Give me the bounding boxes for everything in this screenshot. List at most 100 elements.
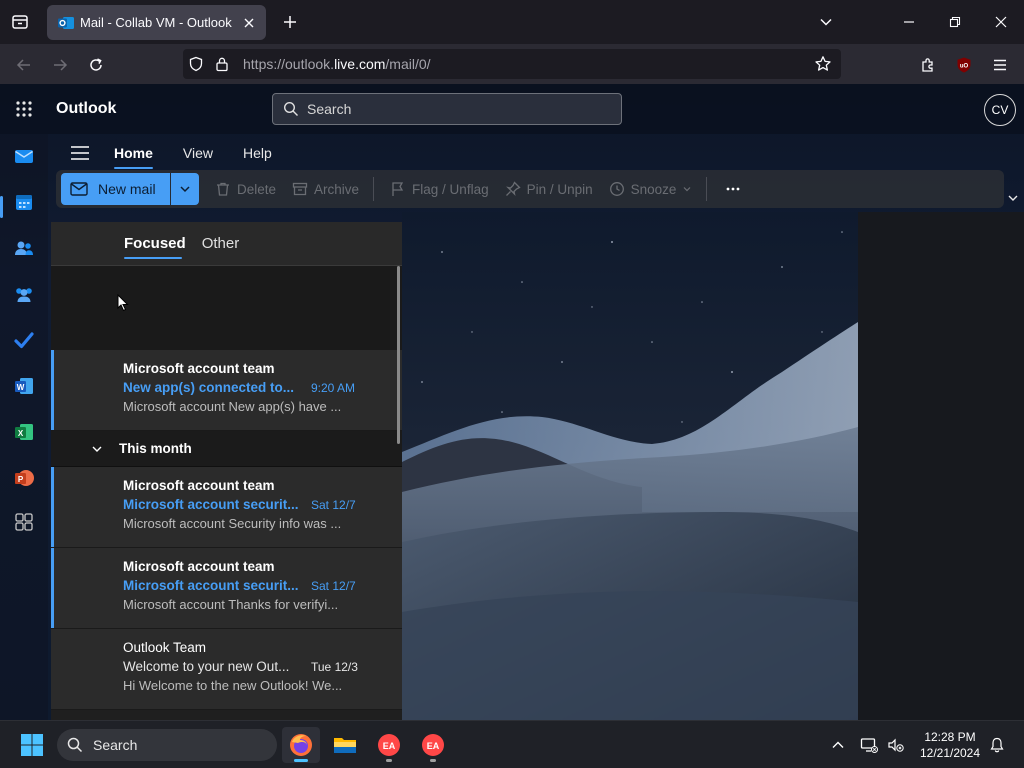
ribbon-toolbar: New mail Delete Archive Flag / Unflag Pi… [56,170,1004,208]
more-apps-icon[interactable] [12,510,36,534]
message-list-scrollbar[interactable] [397,266,400,444]
firefox-icon [290,734,312,756]
mouse-cursor-icon [117,294,129,312]
taskbar: Search EA EA 12:28 PM 12/21/2024 [0,720,1024,768]
excel-app-icon[interactable]: X [12,420,36,444]
show-hidden-icons-chevron-up-icon[interactable] [827,734,849,756]
tab-title: Mail - Collab VM - Outlook [80,15,232,30]
url-text: https://outlook.live.com/mail/0/ [243,56,431,72]
message-sender: Microsoft account team [123,361,275,376]
bookmark-star-icon[interactable] [811,52,835,76]
message-preview: Microsoft account Thanks for verifyi... [123,597,339,612]
pivot-other[interactable]: Other [202,235,240,252]
network-volume-icon[interactable] [885,734,907,756]
windows-start-icon[interactable] [20,733,44,757]
message-item[interactable]: Microsoft account team New app(s) connec… [51,350,402,431]
taskbar-ea-app[interactable]: EA [370,727,408,763]
app-header: Outlook Search CV [0,84,1024,134]
message-list: Focused Other Microsoft account team New… [51,222,402,720]
flag-icon [392,182,404,196]
tab-help[interactable]: Help [243,141,272,165]
app-launcher-icon[interactable] [12,97,36,121]
new-tab-icon[interactable] [279,11,301,33]
ribbon-collapse-icon[interactable] [1005,190,1021,206]
calendar-app-icon[interactable] [12,190,36,214]
archive-icon [292,182,308,196]
tab-view[interactable]: View [183,141,213,165]
close-window-icon[interactable] [986,8,1016,36]
group-header-this-month[interactable]: This month [51,431,402,467]
back-icon[interactable] [11,52,37,78]
group-label: This month [119,441,192,456]
svg-text:EA: EA [427,741,440,751]
pivot-focused[interactable]: Focused [124,235,186,259]
right-empty-area [858,212,1024,720]
message-time: 9:20 AM [311,381,356,395]
word-app-icon[interactable]: W [12,374,36,398]
search-placeholder: Search [307,101,352,117]
display-icon[interactable] [858,734,880,756]
lock-icon[interactable] [209,51,235,77]
people-app-icon[interactable] [12,236,36,260]
app-menu-icon[interactable] [987,52,1013,78]
powerpoint-app-icon[interactable]: P [12,466,36,490]
forward-icon[interactable] [47,52,73,78]
groups-app-icon[interactable] [12,282,36,306]
account-avatar[interactable]: CV [984,94,1016,126]
app-brand[interactable]: Outlook [56,100,116,118]
snooze-label: Snooze [630,181,677,197]
restore-icon[interactable] [940,8,970,36]
tab-list-icon[interactable] [8,10,32,34]
navigation-pane-toggle-icon[interactable] [68,141,92,165]
browser-tab-outlook[interactable]: Mail - Collab VM - Outlook [47,5,266,40]
archive-button[interactable]: Archive [292,181,359,197]
trash-icon [217,182,229,196]
archive-label: Archive [314,181,360,197]
svg-text:EA: EA [383,741,396,751]
tab-home[interactable]: Home [114,141,153,169]
message-time: Sat 12/7 [311,579,356,593]
mail-icon [70,182,88,196]
todo-app-icon[interactable] [12,328,36,352]
notifications-bell-icon[interactable] [986,734,1008,756]
delete-button[interactable]: Delete [215,181,276,197]
more-options-icon[interactable] [723,187,743,191]
taskbar-search[interactable]: Search [57,729,277,761]
app-indicator [430,759,436,762]
chevron-down-icon [92,446,102,452]
taskbar-file-explorer[interactable] [326,727,364,763]
url-path: /mail/0/ [385,56,431,72]
pin-label: Pin / Unpin [526,181,593,197]
list-all-tabs-icon[interactable] [811,8,841,36]
reload-icon[interactable] [83,52,109,78]
taskbar-firefox[interactable] [282,727,320,763]
extensions-icon[interactable] [915,52,941,78]
delete-label: Delete [237,181,277,197]
ea-icon: EA [422,734,444,756]
message-item[interactable]: Microsoft account team Microsoft account… [51,467,402,548]
ublock-origin-icon[interactable]: uO [951,52,977,78]
pin-button[interactable]: Pin / Unpin [505,181,593,197]
message-time: Sat 12/7 [311,498,356,512]
reading-pane-background [402,212,858,720]
message-list-empty-area [51,266,402,350]
chevron-down-icon [180,186,190,193]
new-mail-dropdown[interactable] [171,173,199,205]
url-bar[interactable]: https://outlook.live.com/mail/0/ [183,49,841,79]
tracking-protection-shield-icon[interactable] [183,51,209,77]
new-mail-button[interactable]: New mail [61,173,170,205]
snooze-button[interactable]: Snooze [609,181,693,197]
message-item[interactable]: Microsoft account team Microsoft account… [51,548,402,629]
search-input[interactable]: Search [272,93,622,125]
folder-icon [334,738,356,753]
minimize-icon[interactable] [894,8,924,36]
taskbar-clock[interactable]: 12:28 PM 12/21/2024 [915,729,985,761]
tab-close-icon[interactable] [240,14,258,32]
flag-label: Flag / Unflag [412,181,489,197]
message-item[interactable]: Outlook Team Welcome to your new Out... … [51,629,402,710]
flag-button[interactable]: Flag / Unflag [390,181,489,197]
taskbar-search-label: Search [93,737,138,753]
taskbar-ea-app-2[interactable]: EA [414,727,452,763]
mail-app-icon[interactable] [12,144,36,168]
browser-tab-bar: Mail - Collab VM - Outlook [0,0,1024,44]
